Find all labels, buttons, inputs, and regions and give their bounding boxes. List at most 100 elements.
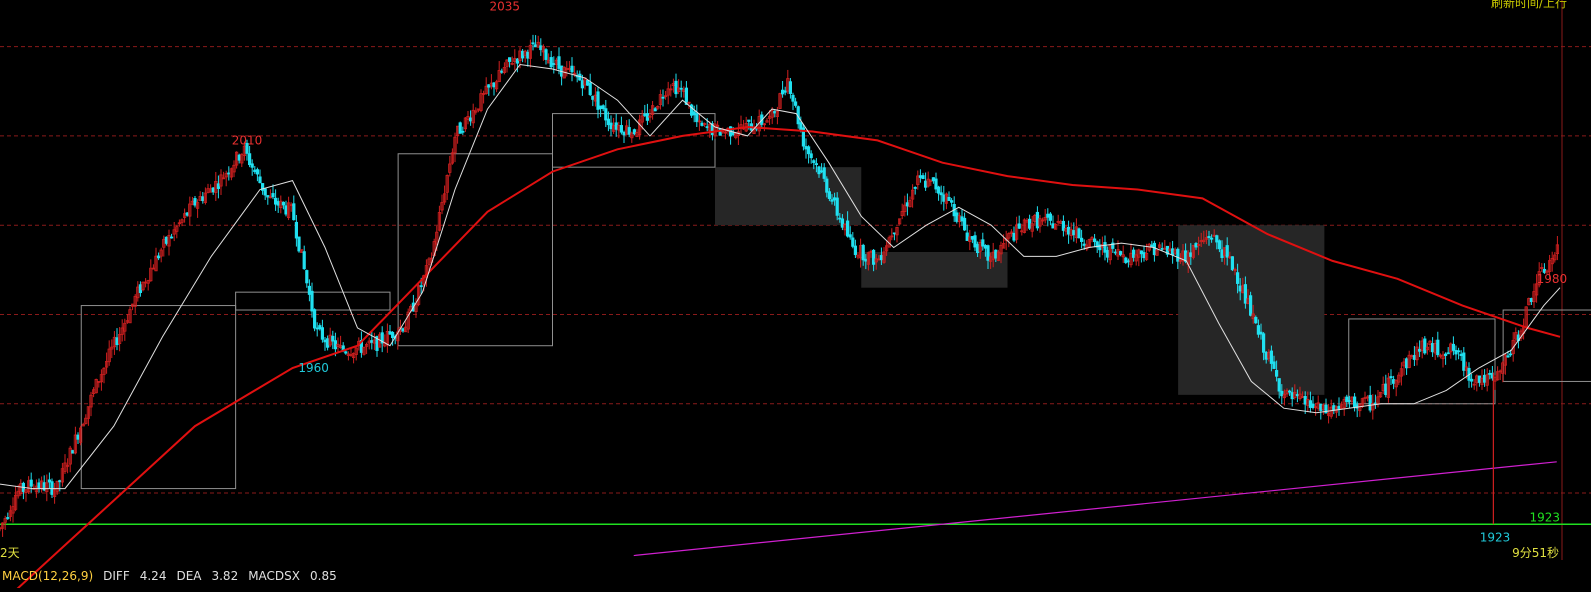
candle-body <box>521 50 525 59</box>
candle-body <box>580 80 585 89</box>
candle-body <box>1176 248 1180 262</box>
candle-body <box>609 122 613 130</box>
candle-body <box>851 237 855 247</box>
candle-body <box>981 239 985 247</box>
candle-body <box>1150 244 1154 248</box>
candle-body <box>305 270 309 284</box>
candle-body <box>302 251 306 270</box>
candle-body <box>193 198 197 206</box>
candle-body <box>892 232 897 235</box>
shaded-zones <box>715 167 1325 395</box>
candle-body <box>468 117 473 122</box>
annotation-low: 1960 <box>298 361 329 375</box>
candle-body <box>323 339 327 343</box>
candle-body <box>1132 249 1136 258</box>
candle-body <box>622 131 626 136</box>
candle-body <box>6 517 10 519</box>
candle-body <box>370 340 374 343</box>
candle-body <box>500 70 504 73</box>
candle-body <box>965 232 969 241</box>
candle-body <box>255 169 260 175</box>
candle-body <box>1506 355 1510 358</box>
candle-body <box>1353 396 1357 408</box>
range-box-2 <box>397 153 553 347</box>
candle-body <box>37 482 41 489</box>
candle-body <box>1093 238 1097 243</box>
annotation-low: 1923 <box>1480 531 1511 545</box>
candle-body <box>1392 379 1396 384</box>
candle-body <box>918 175 923 178</box>
candle-body <box>1012 232 1016 241</box>
candle-body <box>791 94 795 102</box>
candle-body <box>1046 213 1050 218</box>
candle-body <box>1269 350 1273 364</box>
candle-body <box>983 245 988 249</box>
diff-value: 4.24 <box>139 568 167 583</box>
candle-body <box>292 203 296 221</box>
candle-body <box>861 244 865 261</box>
candle-body <box>596 91 600 110</box>
candle-body <box>312 309 317 329</box>
candle-body <box>963 217 967 231</box>
candle-body <box>1347 399 1351 403</box>
candle-body <box>185 212 189 216</box>
candle-body <box>331 335 335 342</box>
candle-body <box>825 178 829 193</box>
candle-body <box>804 146 808 150</box>
candle-body <box>599 105 603 110</box>
candle-body <box>692 111 696 116</box>
candle-body <box>1262 333 1266 353</box>
candle-body <box>1017 223 1021 229</box>
candle-body <box>1142 252 1146 259</box>
chart-canvas: 2035 2010 1960 1980 1923 1923 <box>0 0 1591 592</box>
candle-body <box>1280 390 1284 397</box>
candle-body <box>1152 242 1156 256</box>
candle-body <box>783 90 787 93</box>
candle-body <box>1264 351 1268 360</box>
candle-body <box>1459 353 1463 356</box>
candle-body <box>809 153 813 159</box>
candle-body <box>1423 338 1427 354</box>
candle-body <box>1457 350 1461 353</box>
candle-body <box>1035 211 1039 229</box>
candle-body <box>419 285 423 288</box>
candle-body <box>71 450 75 454</box>
candle-body <box>201 196 205 202</box>
candle-body <box>1171 248 1175 256</box>
candle-body <box>216 183 220 189</box>
trend-lines <box>0 461 1591 557</box>
candle-body <box>50 481 54 495</box>
candle-body <box>1337 405 1341 410</box>
candle-body <box>695 113 699 123</box>
candle-body <box>1243 284 1247 304</box>
diff-label: DIFF <box>103 568 130 583</box>
candle-body <box>838 217 842 220</box>
candle-body <box>1389 376 1393 379</box>
candle-body <box>227 172 231 175</box>
candle-body <box>840 218 845 228</box>
range-box-0 <box>80 305 237 490</box>
candle-body <box>588 82 592 95</box>
candle-body <box>237 154 241 161</box>
candle-body <box>1462 352 1466 371</box>
candlestick-chart: 2035 2010 1960 1980 1923 1923 <box>0 0 1591 592</box>
candle-body <box>848 234 852 238</box>
candle-body <box>864 258 868 262</box>
candle-body <box>1189 252 1193 257</box>
candle-body <box>1311 403 1315 408</box>
candle-body <box>1225 245 1229 258</box>
candle-body <box>1080 237 1084 242</box>
macd-title[interactable]: MACD(12,26,9) <box>2 569 93 583</box>
candle-body <box>976 243 980 254</box>
candle-body <box>169 236 174 239</box>
annotation-high: 1980 <box>1537 272 1568 286</box>
candle-body <box>970 236 975 240</box>
ma-short-line <box>0 63 1561 490</box>
candle-body <box>461 130 465 133</box>
candle-body <box>942 194 946 202</box>
candle-body <box>1210 237 1214 240</box>
candle-body <box>1061 220 1065 231</box>
candle-body <box>1509 353 1513 356</box>
candle-body <box>1238 285 1242 292</box>
candle-body <box>1254 317 1258 324</box>
